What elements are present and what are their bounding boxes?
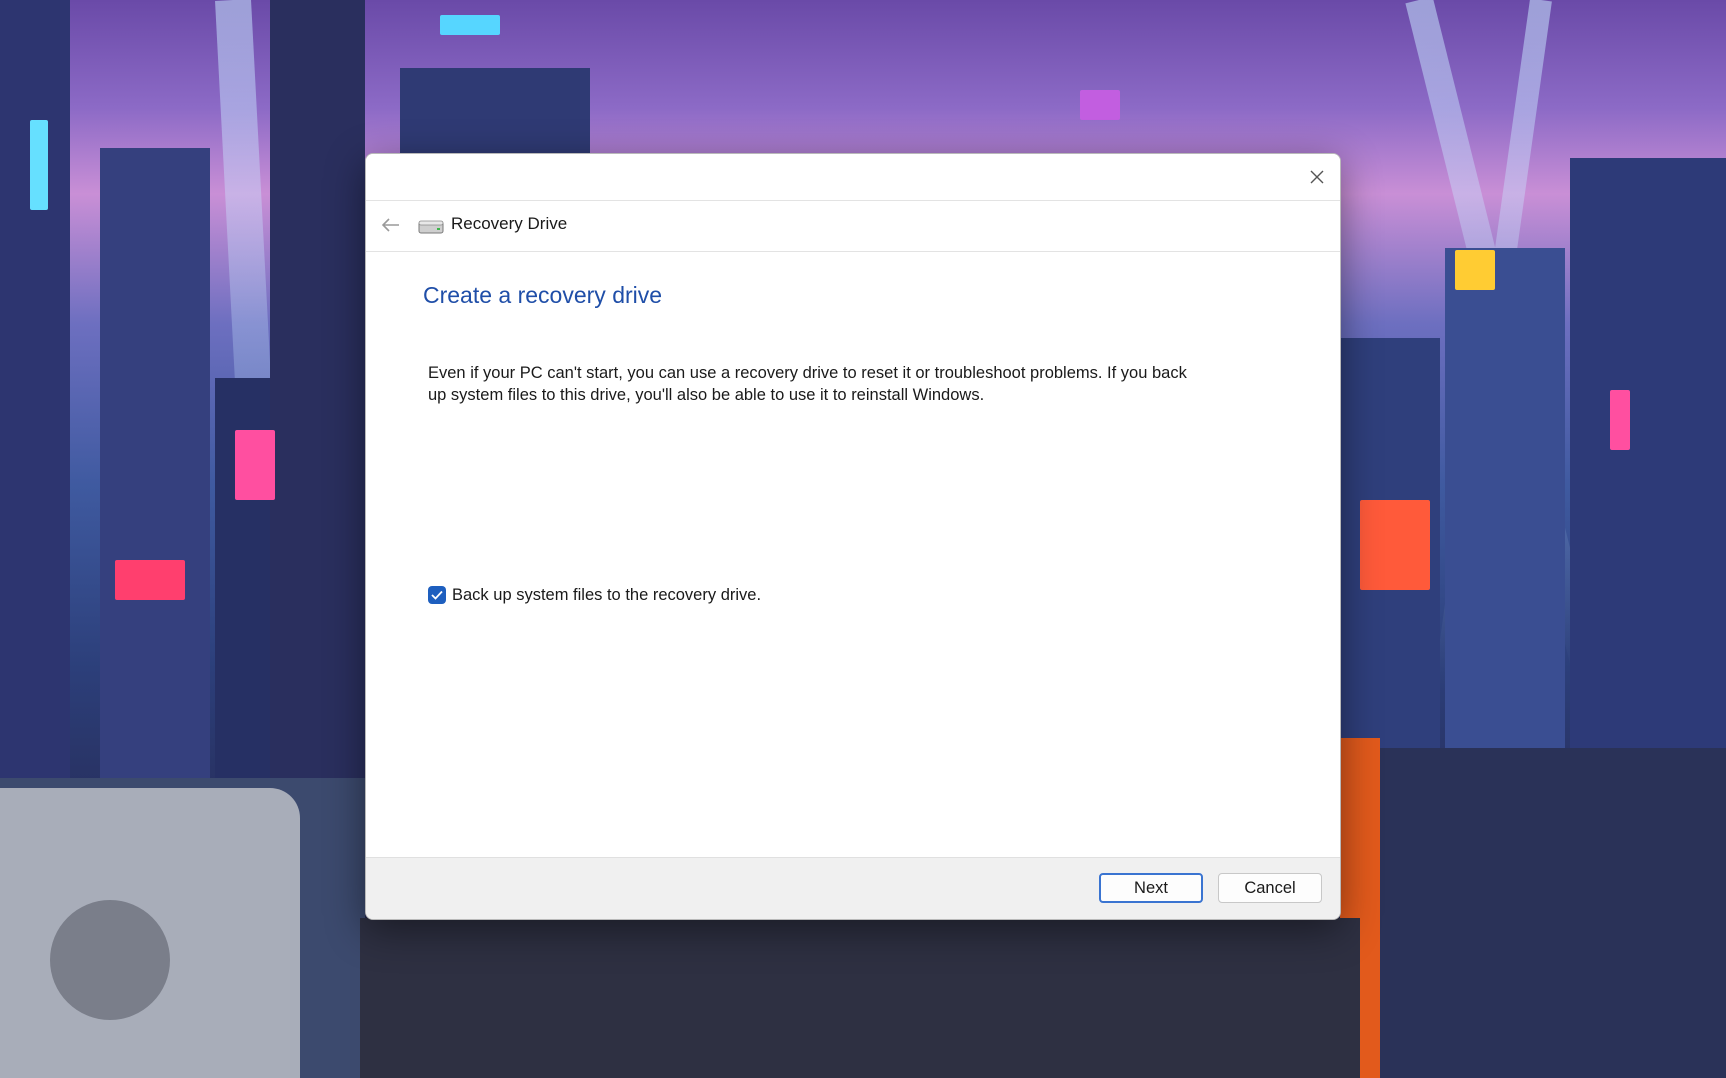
cancel-button[interactable]: Cancel	[1218, 873, 1322, 903]
next-button[interactable]: Next	[1099, 873, 1203, 903]
description-text: Even if your PC can't start, you can use…	[428, 364, 1187, 404]
wallpaper-rooftop	[1340, 748, 1726, 1078]
wallpaper-neon-light	[115, 560, 185, 600]
wallpaper-neon-light	[30, 120, 48, 210]
drive-icon	[418, 220, 444, 234]
recovery-drive-dialog: Recovery Drive Create a recovery drive E…	[365, 153, 1341, 920]
checkmark-icon	[431, 590, 443, 600]
close-button[interactable]	[1294, 154, 1340, 200]
back-button[interactable]	[376, 211, 406, 239]
wallpaper-neon-light	[1360, 500, 1430, 590]
title-bar	[366, 154, 1340, 200]
page-heading: Create a recovery drive	[423, 282, 663, 308]
navigation-bar: Recovery Drive	[366, 200, 1340, 252]
wallpaper-neon-light	[235, 430, 275, 500]
wallpaper-neon-light	[1080, 90, 1120, 120]
wallpaper-neon-light	[1610, 390, 1630, 450]
backup-system-files-checkbox[interactable]	[428, 586, 446, 604]
wallpaper-ledge	[360, 918, 1360, 1078]
back-arrow-icon	[382, 218, 399, 232]
wallpaper-neon-light	[440, 15, 500, 35]
close-icon	[1310, 170, 1324, 184]
backup-checkbox-label[interactable]: Back up system files to the recovery dri…	[452, 586, 761, 605]
window-title: Recovery Drive	[451, 214, 568, 233]
wallpaper-fan	[50, 900, 170, 1020]
wallpaper-neon-light	[1455, 250, 1495, 290]
dialog-footer: Next Cancel	[366, 857, 1340, 919]
backup-checkbox-row[interactable]: Back up system files to the recovery dri…	[428, 584, 761, 606]
